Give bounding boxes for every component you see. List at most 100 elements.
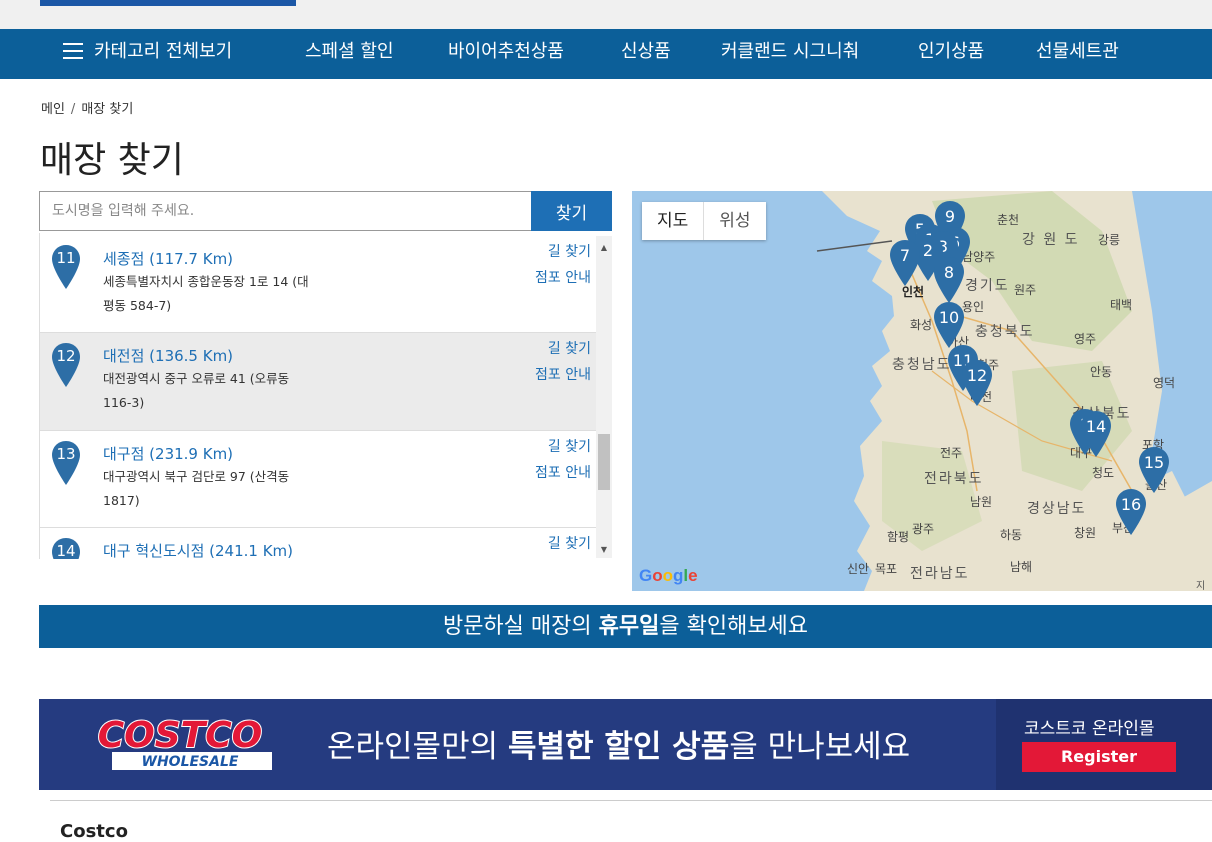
directions-link[interactable]: 길 찾기	[548, 338, 591, 358]
map-pin[interactable]: 7	[890, 240, 920, 286]
store-name[interactable]: 세종점 (117.7 Km)	[103, 248, 233, 269]
map-copyright[interactable]: 지도	[1196, 577, 1212, 591]
promo-text-bold: 특별한 할인 상품	[507, 729, 730, 765]
directions-link[interactable]: 길 찾기	[548, 533, 591, 553]
city-search-input[interactable]	[39, 191, 532, 231]
nav-new-products[interactable]: 신상품	[621, 29, 671, 79]
store-name[interactable]: 대구 혁신도시점 (241.1 Km)	[103, 540, 293, 559]
nav-special-discount[interactable]: 스페셜 할인	[305, 29, 394, 79]
promo-text-pre: 온라인몰만의	[327, 729, 508, 765]
pin-number: 7	[899, 246, 911, 265]
map-pin[interactable]: 8	[934, 257, 964, 303]
costco-logo-text: COSTCO	[98, 715, 263, 756]
map-label: 강 원 도	[1022, 232, 1080, 248]
pin-number: 15	[1143, 453, 1165, 472]
promo-headline: 온라인몰만의 특별한 할인 상품을 만나보세요	[327, 721, 910, 766]
pin-number: 16	[1120, 495, 1142, 514]
store-map[interactable]: 지도 위성 춘천 강 원 도 강릉 남양주 경기도 원주 인천 용인 태백 화성…	[632, 191, 1212, 591]
map-label: 영주	[1074, 332, 1097, 346]
nav-all-categories[interactable]: 카테고리 전체보기	[94, 29, 232, 79]
store-list-scrollbar[interactable]: ▲ ▼	[596, 236, 612, 558]
breadcrumb-current: 매장 찾기	[81, 102, 134, 117]
map-label: 화성	[910, 318, 933, 332]
map-label: 충청북도	[975, 324, 1035, 340]
nav-gift-sets[interactable]: 선물세트관	[1036, 29, 1119, 79]
scroll-thumb[interactable]	[598, 434, 610, 490]
promo-text-post: 을 만나보세요	[729, 729, 911, 765]
holiday-banner[interactable]: 방문하실 매장의 휴무일을 확인해보세요	[39, 605, 1212, 648]
map-label: 영덕	[1153, 376, 1176, 390]
costco-logo: COSTCO WHOLESALE	[77, 711, 283, 773]
location-pin-icon: 12	[52, 343, 80, 387]
map-pin[interactable]: 15	[1139, 447, 1169, 493]
online-mall-promo-banner[interactable]: COSTCO WHOLESALE 온라인몰만의 특별한 할인 상품을 만나보세요…	[39, 699, 1212, 790]
map-label: 춘천	[997, 213, 1020, 227]
map-label: 남원	[970, 495, 993, 509]
location-pin-icon: 14	[52, 538, 80, 559]
nav-popular[interactable]: 인기상품	[918, 29, 984, 79]
holiday-banner-text-pre: 방문하실 매장의	[442, 614, 599, 639]
breadcrumb-home[interactable]: 메인	[41, 102, 65, 117]
map-label: 전라남도	[910, 566, 970, 582]
map-label: 목포	[875, 562, 898, 576]
location-pin-icon: 11	[52, 245, 80, 289]
store-list: 11 세종점 (117.7 Km) 세종특별자치시 종합운동장 1로 14 (대…	[39, 233, 612, 559]
map-pin[interactable]: 10	[934, 302, 964, 348]
map-tab-map[interactable]: 지도	[642, 202, 703, 240]
pin-number: 10	[938, 308, 960, 327]
map-label: 용인	[962, 300, 985, 314]
map-label: 남해	[1010, 560, 1033, 574]
main-nav: 카테고리 전체보기 스페셜 할인 바이어추천상품 신상품 커클랜드 시그니춰 인…	[0, 29, 1212, 79]
map-label: 태백	[1110, 298, 1133, 312]
map-pin[interactable]: 14	[1081, 411, 1111, 457]
store-name[interactable]: 대전점 (136.5 Km)	[103, 345, 233, 366]
map-pin[interactable]: 16	[1116, 489, 1146, 535]
map-label: 경상남도	[1027, 501, 1087, 517]
directions-link[interactable]: 길 찾기	[548, 241, 591, 261]
store-info-link[interactable]: 점포 안내	[535, 267, 591, 287]
hamburger-icon[interactable]	[63, 43, 83, 61]
section-divider	[50, 800, 1212, 801]
store-item[interactable]: 11 세종점 (117.7 Km) 세종특별자치시 종합운동장 1로 14 (대…	[40, 233, 597, 333]
google-logo[interactable]: Google	[639, 566, 698, 586]
pin-number: 12	[966, 366, 988, 385]
pin-number: 13	[56, 445, 76, 463]
map-label: 전라북도	[924, 471, 984, 487]
store-item[interactable]: 13 대구점 (231.9 Km) 대구광역시 북구 검단로 97 (산격동 1…	[40, 431, 597, 528]
map-label: 청도	[1092, 466, 1115, 480]
map-label: 신안	[847, 562, 870, 576]
map-pin[interactable]: 12	[962, 360, 992, 406]
wholesale-logo-text: WHOLESALE	[142, 754, 239, 770]
store-address: 대구광역시 북구 검단로 97 (산격동 1817)	[103, 469, 290, 508]
map-label: 충청남도	[892, 357, 952, 373]
search-button[interactable]: 찾기	[531, 191, 612, 231]
page-title: 매장 찾기	[40, 140, 184, 181]
store-item[interactable]: 12 대전점 (136.5 Km) 대전광역시 중구 오류로 41 (오류동 1…	[40, 333, 597, 431]
pin-number: 12	[56, 347, 76, 365]
map-label: 원주	[1014, 283, 1037, 297]
register-button[interactable]: Register	[1022, 742, 1176, 772]
map-label: 함평	[887, 530, 910, 544]
store-item[interactable]: 14 대구 혁신도시점 (241.1 Km) 길 찾기	[40, 528, 597, 559]
nav-buyer-picks[interactable]: 바이어추천상품	[448, 29, 564, 79]
breadcrumb: 메인 / 매장 찾기	[41, 98, 133, 117]
costco-logo-partial[interactable]	[40, 0, 296, 6]
holiday-banner-text-post: 을 확인해보세요	[659, 614, 809, 639]
directions-link[interactable]: 길 찾기	[548, 436, 591, 456]
map-label: 하동	[1000, 528, 1023, 542]
nav-kirkland[interactable]: 커클랜드 시그니춰	[721, 29, 859, 79]
store-address: 세종특별자치시 종합운동장 1로 14 (대평동 584-7)	[103, 274, 309, 313]
map-label: 전주	[940, 446, 963, 460]
scroll-down-arrow-icon[interactable]: ▼	[596, 542, 612, 558]
store-info-link[interactable]: 점포 안내	[535, 462, 591, 482]
location-pin-icon: 13	[52, 441, 80, 485]
map-type-control: 지도 위성	[642, 202, 766, 240]
map-label: 창원	[1074, 526, 1097, 540]
map-tab-satellite[interactable]: 위성	[703, 202, 765, 240]
scroll-up-arrow-icon[interactable]: ▲	[596, 240, 612, 256]
store-name[interactable]: 대구점 (231.9 Km)	[103, 443, 233, 464]
store-info-link[interactable]: 점포 안내	[535, 364, 591, 384]
map-label: 안동	[1090, 365, 1113, 379]
map-label: 광주	[912, 522, 935, 536]
map-label: 강릉	[1098, 233, 1121, 247]
